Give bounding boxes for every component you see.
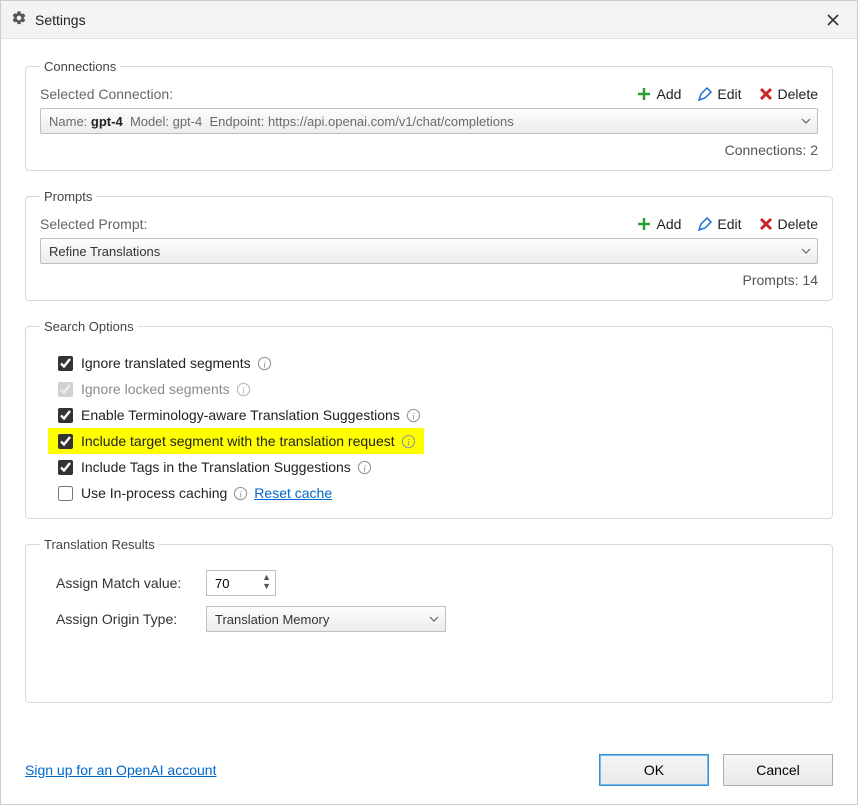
- edit-connection-button[interactable]: Edit: [697, 86, 741, 102]
- window-title: Settings: [35, 12, 819, 28]
- pencil-icon: [697, 86, 713, 102]
- settings-window: Settings Connections Selected Connection…: [0, 0, 858, 805]
- checkbox-ignore-translated[interactable]: [58, 356, 73, 371]
- plus-icon: [636, 216, 652, 232]
- delete-connection-button[interactable]: Delete: [758, 86, 818, 102]
- checkbox-ignore-locked: [58, 382, 73, 397]
- info-icon[interactable]: i: [357, 460, 372, 475]
- translation-results-legend: Translation Results: [40, 537, 159, 552]
- prompts-count: Prompts: 14: [40, 272, 818, 288]
- info-icon[interactable]: i: [401, 434, 416, 449]
- prompt-dropdown[interactable]: Refine Translations: [40, 238, 818, 264]
- option-include-target: Include target segment with the translat…: [48, 428, 424, 454]
- origin-type-row: Assign Origin Type: Translation Memory: [56, 606, 818, 632]
- selected-connection-label: Selected Connection:: [40, 86, 173, 102]
- svg-text:i: i: [263, 360, 266, 370]
- footer: Sign up for an OpenAI account OK Cancel: [1, 744, 857, 804]
- info-icon[interactable]: i: [257, 356, 272, 371]
- cancel-button[interactable]: Cancel: [723, 754, 833, 786]
- prompts-group: Prompts Selected Prompt: Add Edit Delete: [25, 189, 833, 301]
- reset-cache-link[interactable]: Reset cache: [254, 485, 332, 501]
- svg-text:i: i: [239, 490, 242, 500]
- title-bar: Settings: [1, 1, 857, 39]
- match-value-spinner[interactable]: ▲ ▼: [206, 570, 276, 596]
- signup-link[interactable]: Sign up for an OpenAI account: [25, 762, 216, 778]
- option-inprocess-caching: Use In-process caching i Reset cache: [58, 480, 818, 506]
- svg-text:i: i: [407, 438, 410, 448]
- chevron-down-icon: [801, 246, 811, 256]
- svg-text:i: i: [242, 386, 245, 396]
- content-area: Connections Selected Connection: Add Edi…: [1, 39, 857, 744]
- close-button[interactable]: [819, 6, 847, 34]
- chevron-down-icon: [801, 116, 811, 126]
- delete-prompt-button[interactable]: Delete: [758, 216, 818, 232]
- connections-group: Connections Selected Connection: Add Edi…: [25, 59, 833, 171]
- checkbox-inprocess-caching[interactable]: [58, 486, 73, 501]
- connections-legend: Connections: [40, 59, 120, 74]
- info-icon[interactable]: i: [236, 382, 251, 397]
- origin-type-label: Assign Origin Type:: [56, 611, 206, 627]
- ok-button[interactable]: OK: [599, 754, 709, 786]
- x-icon: [758, 86, 774, 102]
- match-value-label: Assign Match value:: [56, 575, 206, 591]
- connections-count: Connections: 2: [40, 142, 818, 158]
- checkbox-include-target[interactable]: [58, 434, 73, 449]
- edit-prompt-button[interactable]: Edit: [697, 216, 741, 232]
- search-options-group: Search Options Ignore translated segment…: [25, 319, 833, 519]
- pencil-icon: [697, 216, 713, 232]
- origin-type-select[interactable]: Translation Memory: [206, 606, 446, 632]
- option-ignore-translated: Ignore translated segments i: [58, 350, 818, 376]
- option-ignore-locked: Ignore locked segments i: [58, 376, 818, 402]
- prompts-legend: Prompts: [40, 189, 96, 204]
- add-prompt-button[interactable]: Add: [636, 216, 681, 232]
- connections-toolbar: Selected Connection: Add Edit Delete: [40, 86, 818, 102]
- add-connection-button[interactable]: Add: [636, 86, 681, 102]
- chevron-down-icon: [429, 614, 439, 624]
- search-options-legend: Search Options: [40, 319, 138, 334]
- x-icon: [758, 216, 774, 232]
- match-value-input[interactable]: [207, 575, 251, 592]
- gear-icon: [11, 10, 27, 29]
- checkbox-terminology[interactable]: [58, 408, 73, 423]
- svg-text:i: i: [412, 412, 415, 422]
- checkbox-include-tags[interactable]: [58, 460, 73, 475]
- connection-dropdown[interactable]: Name: gpt-4 Model: gpt-4 Endpoint: https…: [40, 108, 818, 134]
- selected-prompt-label: Selected Prompt:: [40, 216, 147, 232]
- spinner-arrows[interactable]: ▲ ▼: [262, 573, 271, 591]
- option-include-tags: Include Tags in the Translation Suggesti…: [58, 454, 818, 480]
- prompts-toolbar: Selected Prompt: Add Edit Delete: [40, 216, 818, 232]
- close-icon: [826, 13, 840, 27]
- match-value-row: Assign Match value: ▲ ▼: [56, 570, 818, 596]
- svg-text:i: i: [363, 464, 366, 474]
- info-icon[interactable]: i: [406, 408, 421, 423]
- chevron-down-icon: ▼: [262, 582, 271, 591]
- plus-icon: [636, 86, 652, 102]
- info-icon[interactable]: i: [233, 486, 248, 501]
- translation-results-group: Translation Results Assign Match value: …: [25, 537, 833, 703]
- option-terminology: Enable Terminology-aware Translation Sug…: [58, 402, 818, 428]
